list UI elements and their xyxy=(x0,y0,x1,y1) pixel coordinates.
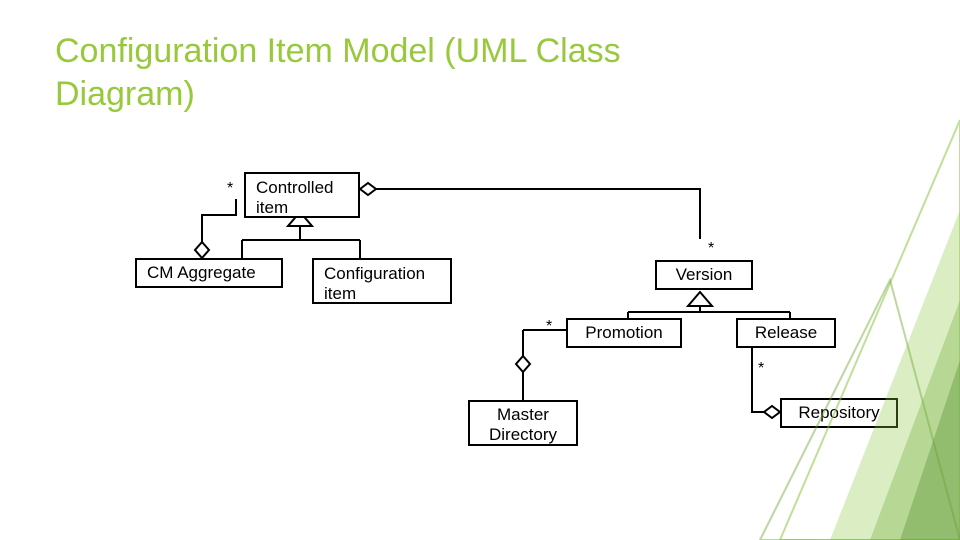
class-version: Version xyxy=(655,260,753,290)
class-configuration-item: Configuration item xyxy=(312,258,452,304)
class-master-directory: Master Directory xyxy=(468,400,578,446)
class-controlled-item: Controlled item xyxy=(244,172,360,218)
multiplicity-version-top: * xyxy=(708,240,714,258)
class-cm-aggregate: CM Aggregate xyxy=(135,258,283,288)
class-release: Release xyxy=(736,318,836,348)
multiplicity-promotion-left: * xyxy=(546,318,552,336)
class-promotion: Promotion xyxy=(566,318,682,348)
multiplicity-release-bottom: * xyxy=(758,360,764,378)
diagram-stage: Controlled item CM Aggregate Configurati… xyxy=(0,0,960,540)
multiplicity-controlled-left: * xyxy=(227,180,233,198)
class-repository: Repository xyxy=(780,398,898,428)
